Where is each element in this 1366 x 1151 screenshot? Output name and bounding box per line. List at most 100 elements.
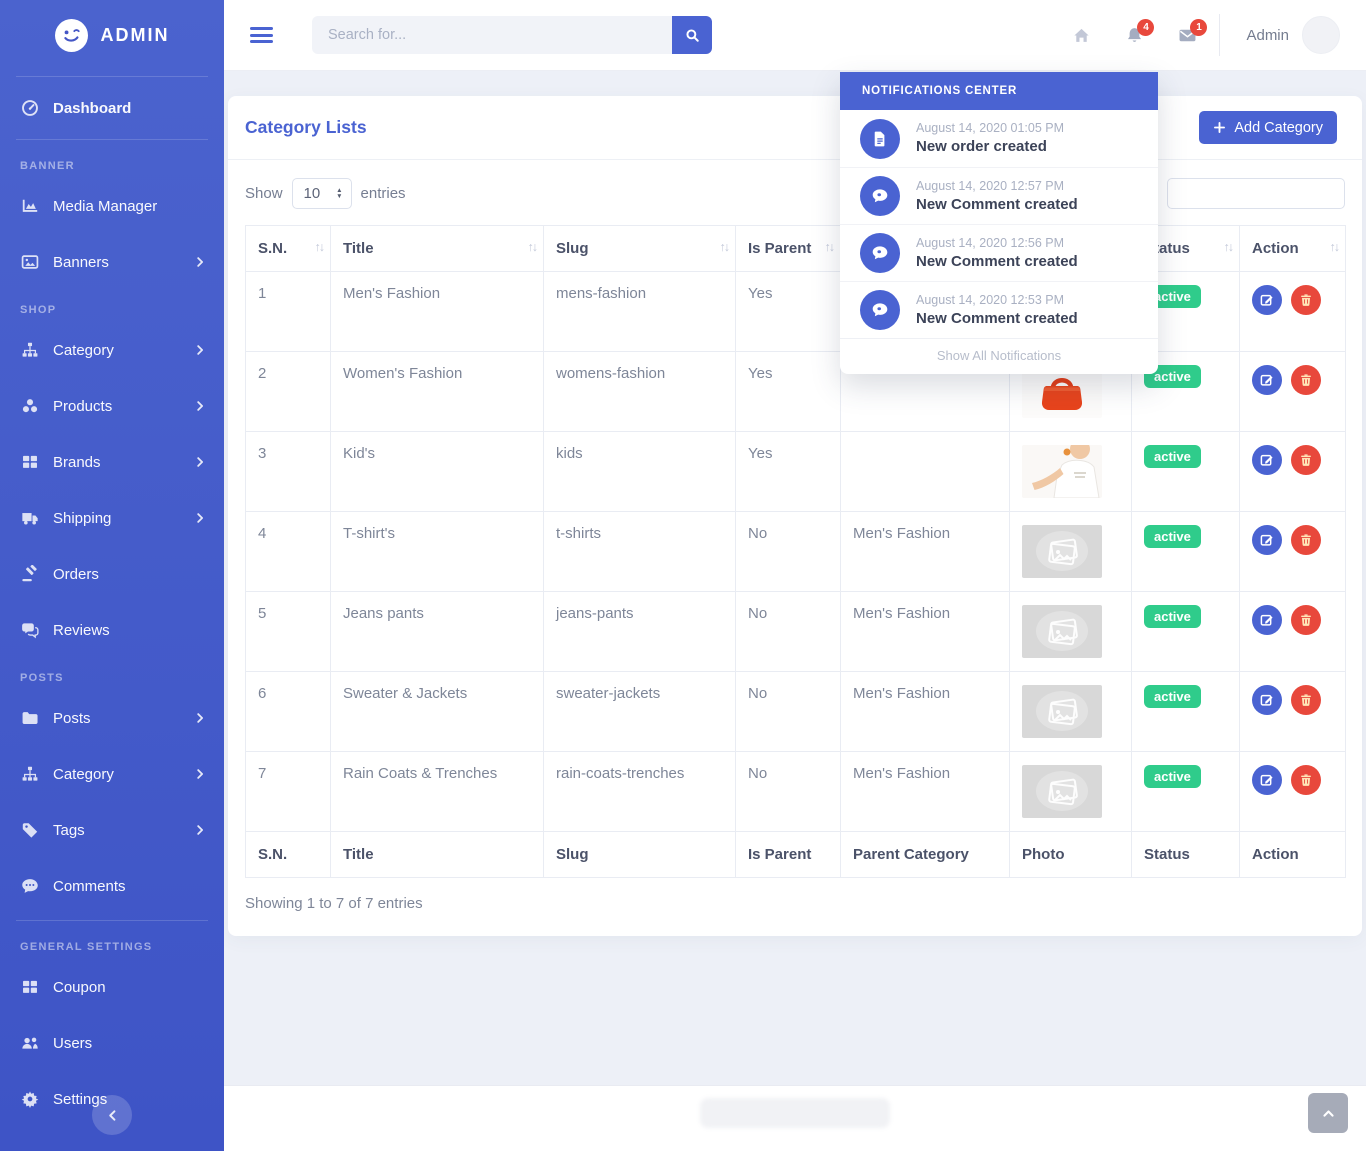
sidebar-item-products[interactable]: Products [0, 378, 224, 434]
edit-button[interactable] [1252, 445, 1282, 475]
cell-title: T-shirt's [331, 512, 544, 592]
delete-button[interactable] [1291, 525, 1321, 555]
notification-time: August 14, 2020 12:57 PM [916, 178, 1078, 195]
delete-button[interactable] [1291, 365, 1321, 395]
table-row: 3 Kid's kids Yes active [246, 432, 1346, 512]
grid-icon [21, 453, 39, 471]
divider [16, 920, 208, 921]
notification-item[interactable]: August 14, 2020 12:56 PM New Comment cre… [840, 224, 1158, 281]
cell-status: active [1132, 432, 1240, 512]
chevron-right-icon [194, 400, 206, 412]
sidebar-item-shipping[interactable]: Shipping [0, 490, 224, 546]
user-name: Admin [1246, 27, 1289, 44]
cell-title: Men's Fashion [331, 272, 544, 352]
edit-button[interactable] [1252, 685, 1282, 715]
messages-button[interactable]: 1 [1178, 26, 1197, 45]
cubes-icon [21, 397, 39, 415]
delete-button[interactable] [1291, 285, 1321, 315]
sidebar-item-banners[interactable]: Banners [0, 234, 224, 290]
col-action[interactable]: Action↑↓ [1240, 226, 1346, 272]
sidebar-item-coupon[interactable]: Coupon [0, 959, 224, 1015]
sort-icon: ↑↓ [825, 240, 834, 254]
cell-sn: 2 [246, 352, 331, 432]
col-slug[interactable]: Slug↑↓ [544, 226, 736, 272]
cell-parent-category: Men's Fashion [841, 752, 1010, 832]
sidebar-item-users[interactable]: Users [0, 1015, 224, 1071]
trash-icon [1299, 773, 1313, 787]
show-all-notifications-link[interactable]: Show All Notifications [840, 338, 1158, 374]
delete-button[interactable] [1291, 685, 1321, 715]
delete-button[interactable] [1291, 765, 1321, 795]
notification-item[interactable]: August 14, 2020 12:53 PM New Comment cre… [840, 281, 1158, 338]
scroll-to-top-button[interactable] [1308, 1093, 1348, 1133]
edit-button[interactable] [1252, 605, 1282, 635]
notification-text: New Comment created [916, 252, 1078, 272]
sidebar-item-tags[interactable]: Tags [0, 802, 224, 858]
page-size-select[interactable]: 10 ▲▼ [292, 178, 352, 209]
sidebar-item-category[interactable]: Category [0, 322, 224, 378]
photo-placeholder-icon [1022, 605, 1102, 658]
col-is-parent[interactable]: Is Parent↑↓ [736, 226, 841, 272]
table-row: 7 Rain Coats & Trenches rain-coats-trenc… [246, 752, 1346, 832]
table-row: 5 Jeans pants jeans-pants No Men's Fashi… [246, 592, 1346, 672]
status-badge: active [1144, 685, 1201, 708]
table-row: 4 T-shirt's t-shirts No Men's Fashion ac… [246, 512, 1346, 592]
cell-slug: rain-coats-trenches [544, 752, 736, 832]
plus-icon [1213, 121, 1226, 134]
delete-button[interactable] [1291, 445, 1321, 475]
sidebar-item-reviews[interactable]: Reviews [0, 602, 224, 658]
user-menu[interactable]: Admin [1246, 16, 1340, 54]
cell-action [1240, 752, 1346, 832]
status-badge: active [1144, 525, 1201, 548]
comment-icon [860, 290, 900, 330]
cell-photo [1010, 672, 1132, 752]
cell-action [1240, 592, 1346, 672]
sidebar-item-posts[interactable]: Posts [0, 690, 224, 746]
brand[interactable]: ADMIN [0, 0, 224, 70]
search-button[interactable] [672, 16, 712, 54]
sidebar-item-media-manager[interactable]: Media Manager [0, 178, 224, 234]
sidebar-item-dashboard[interactable]: Dashboard [0, 83, 224, 133]
sidebar-item-category[interactable]: Category [0, 746, 224, 802]
status-badge: active [1144, 765, 1201, 788]
add-category-button[interactable]: Add Category [1199, 111, 1337, 144]
edit-icon [1260, 373, 1274, 387]
notifications-button[interactable]: 4 [1125, 26, 1144, 45]
notification-item[interactable]: August 14, 2020 12:57 PM New Comment cre… [840, 167, 1158, 224]
folder-icon [21, 709, 39, 727]
hamburger-menu-icon[interactable] [250, 24, 273, 47]
home-button[interactable] [1072, 26, 1091, 45]
edit-button[interactable] [1252, 365, 1282, 395]
comments-icon [21, 621, 39, 639]
col-s-n[interactable]: S.N.↑↓ [246, 226, 331, 272]
cell-sn: 5 [246, 592, 331, 672]
sidebar-collapse-button[interactable] [92, 1095, 132, 1135]
sidebar-nav: Dashboard BANNER Media Manager Banners S… [0, 83, 224, 1127]
sitemap-icon [21, 765, 39, 783]
col-title[interactable]: Title↑↓ [331, 226, 544, 272]
table-search-input[interactable] [1167, 178, 1345, 209]
message-count-badge: 1 [1190, 19, 1207, 36]
comment-dots-icon [21, 877, 39, 895]
show-label: Show [245, 185, 283, 202]
col-is-parent: Is Parent [736, 832, 841, 878]
cell-photo [1010, 432, 1132, 512]
col-action: Action [1240, 832, 1346, 878]
edit-button[interactable] [1252, 525, 1282, 555]
notification-item[interactable]: August 14, 2020 01:05 PM New order creat… [840, 110, 1158, 167]
cell-sn: 3 [246, 432, 331, 512]
status-badge: active [1144, 445, 1201, 468]
page-title: Category Lists [245, 117, 367, 138]
table-row: 1 Men's Fashion mens-fashion Yes active [246, 272, 1346, 352]
sidebar-item-comments[interactable]: Comments [0, 858, 224, 914]
notifications-title: Notifications Center [840, 72, 1158, 110]
sidebar-item-brands[interactable]: Brands [0, 434, 224, 490]
search-input[interactable] [312, 16, 672, 54]
delete-button[interactable] [1291, 605, 1321, 635]
cell-title: Women's Fashion [331, 352, 544, 432]
sidebar-item-orders[interactable]: Orders [0, 546, 224, 602]
col-parent-category: Parent Category [841, 832, 1010, 878]
edit-button[interactable] [1252, 285, 1282, 315]
edit-button[interactable] [1252, 765, 1282, 795]
col-photo: Photo [1010, 832, 1132, 878]
